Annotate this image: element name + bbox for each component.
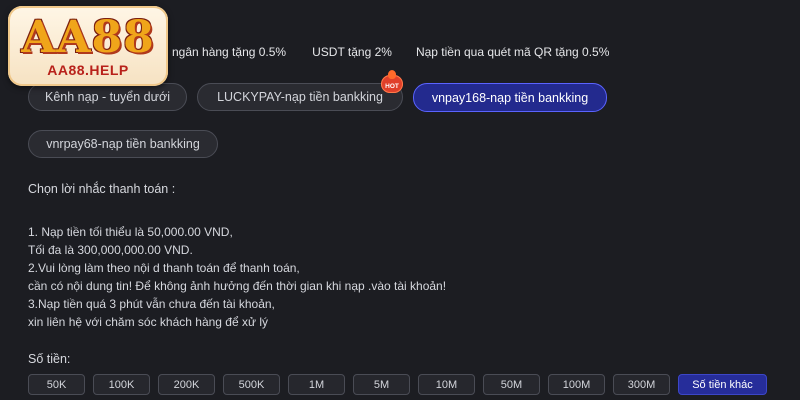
amount-button-50k[interactable]: 50K [28,374,85,395]
amount-options: 50K 100K 200K 500K 1M 5M 10M 50M 100M 30… [28,374,767,395]
amount-button-50m[interactable]: 50M [483,374,540,395]
tab-usdt-bonus[interactable]: USDT tặng 2% [312,45,392,59]
reminder-line: 2.Vui lòng làm theo nội d thanh toán để … [28,261,300,275]
channel-button-vnpay168[interactable]: vnpay168-nạp tiền bankking [413,83,607,112]
aa88-logo: AA88 AA88.HELP [8,6,168,86]
reminder-line: xin liên hệ với chăm sóc khách hàng để x… [28,315,269,329]
promo-tabs: ngân hàng tặng 0.5% USDT tặng 2% Nạp tiề… [160,43,800,61]
amount-button-100k[interactable]: 100K [93,374,150,395]
channel-button-tuyen-duoi[interactable]: Kênh nạp - tuyển dưới [28,83,187,111]
channel-button-luckypay[interactable]: LUCKYPAY-nạp tiền bankking [197,83,403,111]
reminder-title: Chọn lời nhắc thanh toán : [28,182,176,196]
amount-label: Số tiền: [28,352,71,366]
tab-bank-bonus[interactable]: ngân hàng tặng 0.5% [172,45,286,59]
amount-button-1m[interactable]: 1M [288,374,345,395]
channel-button-vnrpay68[interactable]: vnrpay68-nạp tiền bankking [28,130,218,158]
amount-button-100m[interactable]: 100M [548,374,605,395]
reminder-line: Tối đa là 300,000,000.00 VND. [28,243,193,257]
amount-button-500k[interactable]: 500K [223,374,280,395]
amount-button-200k[interactable]: 200K [158,374,215,395]
tab-qr-bonus[interactable]: Nạp tiền qua quét mã QR tặng 0.5% [416,45,609,59]
amount-button-300m[interactable]: 300M [613,374,670,395]
reminder-line: cần có nội dung tin! Để không ảnh hưởng … [28,279,447,293]
amount-button-5m[interactable]: 5M [353,374,410,395]
hot-badge-icon: HOT [381,70,403,93]
reminder-line: 1. Nạp tiền tối thiểu là 50,000.00 VND, [28,225,233,239]
reminder-text: 1. Nạp tiền tối thiểu là 50,000.00 VND, … [28,223,588,331]
logo-main-text: AA88 [21,12,155,63]
other-amount-button[interactable]: Số tiền khác [678,374,767,395]
amount-button-10m[interactable]: 10M [418,374,475,395]
reminder-line: 3.Nạp tiền quá 3 phút vẫn chưa đến tài k… [28,297,275,311]
logo-sub-text: AA88.HELP [47,62,129,78]
hot-badge-text: HOT [385,83,399,90]
